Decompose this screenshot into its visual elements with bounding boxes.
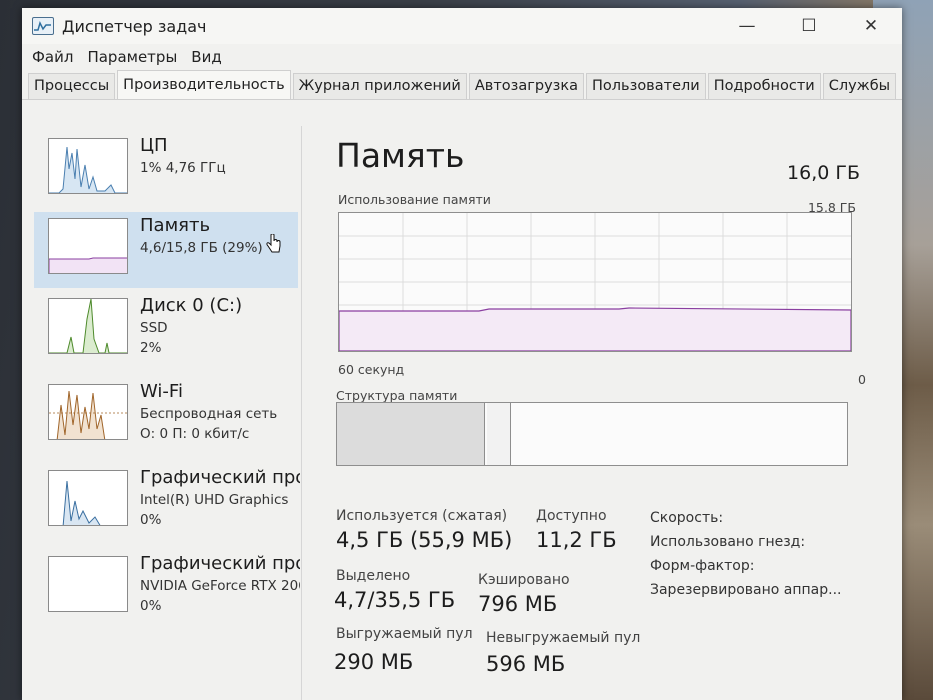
memory-composition-bar [336, 402, 848, 466]
sidebar-item-detail: SSD [140, 320, 168, 336]
tab-processes[interactable]: Процессы [28, 73, 116, 99]
task-manager-icon [32, 17, 54, 35]
maximize-button[interactable]: ☐ [778, 8, 840, 44]
tab-users[interactable]: Пользователи [586, 73, 706, 99]
sidebar-item-wifi[interactable]: Wi-Fi Беспроводная сеть О: 0 П: 0 кбит/с [34, 378, 298, 454]
sidebar-item-detail: Беспроводная сеть [140, 406, 278, 422]
cached-value: 796 МБ [478, 592, 558, 616]
task-manager-window: Диспетчер задач — ☐ ✕ Файл Параметры Вид… [22, 8, 902, 700]
total-memory: 16,0 ГБ [787, 162, 860, 184]
wifi-thumbnail-graph [48, 384, 128, 440]
sidebar-item-value: 0% [140, 598, 162, 614]
menu-options[interactable]: Параметры [87, 48, 177, 66]
committed-value: 4,7/35,5 ГБ [334, 588, 456, 612]
disk-thumbnail-graph [48, 298, 128, 354]
prop-hardware-reserved: Зарезервировано аппар... [650, 582, 842, 598]
performance-sidebar: ЦП 1% 4,76 ГГц Память 4,6/15,8 ГБ (29%) [22, 126, 302, 700]
menu-file[interactable]: Файл [32, 48, 73, 66]
title-bar[interactable]: Диспетчер задач — ☐ ✕ [22, 8, 902, 44]
sidebar-item-detail: Intel(R) UHD Graphics [140, 492, 289, 508]
close-button[interactable]: ✕ [840, 8, 902, 44]
sidebar-item-disk[interactable]: Диск 0 (C:) SSD 2% [34, 292, 298, 368]
available-label: Доступно [536, 508, 607, 524]
cached-label: Кэшировано [478, 572, 570, 588]
tab-performance[interactable]: Производительность [117, 70, 291, 99]
gpu1-thumbnail-graph [48, 556, 128, 612]
memory-usage-graph [338, 212, 852, 352]
sidebar-item-value: 2% [140, 340, 162, 356]
sidebar-item-title: Диск 0 (C:) [140, 295, 243, 316]
nonpaged-pool-label: Невыгружаемый пул [486, 630, 641, 646]
composition-in-use [337, 403, 485, 465]
cpu-thumbnail-graph [48, 138, 128, 194]
nonpaged-pool-value: 596 МБ [486, 652, 566, 676]
composition-label: Структура памяти [336, 388, 458, 403]
graph-time-right: 0 [858, 372, 866, 387]
window-title: Диспетчер задач [62, 16, 207, 36]
memory-detail-panel: Память 16,0 ГБ Использование памяти 15,8… [322, 126, 902, 700]
tab-services[interactable]: Службы [822, 73, 897, 99]
tab-bar: Процессы Производительность Журнал прило… [22, 70, 902, 100]
sidebar-item-title: Wi-Fi [140, 381, 183, 402]
sidebar-item-value: О: 0 П: 0 кбит/с [140, 426, 250, 442]
sidebar-item-value: 0% [140, 512, 162, 528]
tab-app-history[interactable]: Журнал приложений [292, 73, 467, 99]
available-value: 11,2 ГБ [536, 528, 617, 552]
graph-time-left: 60 секунд [338, 362, 405, 377]
usage-graph-label: Использование памяти [338, 192, 491, 207]
minimize-button[interactable]: — [716, 8, 778, 44]
sidebar-item-title: Графический процессор 1 [140, 553, 300, 574]
memory-thumbnail-graph [48, 218, 128, 274]
in-use-value: 4,5 ГБ (55,9 МБ) [336, 528, 513, 552]
memory-usage-chart [338, 213, 852, 352]
prop-form-factor: Форм-фактор: [650, 558, 755, 574]
page-title: Память [336, 136, 465, 175]
tab-details[interactable]: Подробности [707, 73, 821, 99]
composition-modified [487, 403, 511, 465]
sidebar-item-detail: NVIDIA GeForce RTX 2060 [140, 578, 300, 594]
in-use-label: Используется (сжатая) [336, 508, 508, 524]
gpu0-thumbnail-graph [48, 470, 128, 526]
paged-pool-label: Выгружаемый пул [336, 626, 473, 642]
sidebar-item-gpu1[interactable]: Графический процессор 1 NVIDIA GeForce R… [34, 550, 300, 626]
sidebar-item-detail: 1% 4,76 ГГц [140, 160, 226, 176]
sidebar-item-cpu[interactable]: ЦП 1% 4,76 ГГц [34, 132, 298, 208]
sidebar-item-gpu0[interactable]: Графический процессор 0 Intel(R) UHD Gra… [34, 464, 300, 540]
prop-slots-used: Использовано гнезд: [650, 534, 806, 550]
sidebar-item-title: Графический процессор 0 [140, 467, 300, 488]
prop-speed: Скорость: [650, 510, 724, 526]
sidebar-item-title: ЦП [140, 135, 168, 156]
tab-startup[interactable]: Автозагрузка [468, 73, 585, 99]
hand-cursor-icon [266, 234, 281, 253]
paged-pool-value: 290 МБ [334, 650, 414, 674]
menu-bar: Файл Параметры Вид [22, 44, 902, 70]
committed-label: Выделено [336, 568, 411, 584]
sidebar-item-memory[interactable]: Память 4,6/15,8 ГБ (29%) [34, 212, 298, 288]
menu-view[interactable]: Вид [191, 48, 221, 66]
